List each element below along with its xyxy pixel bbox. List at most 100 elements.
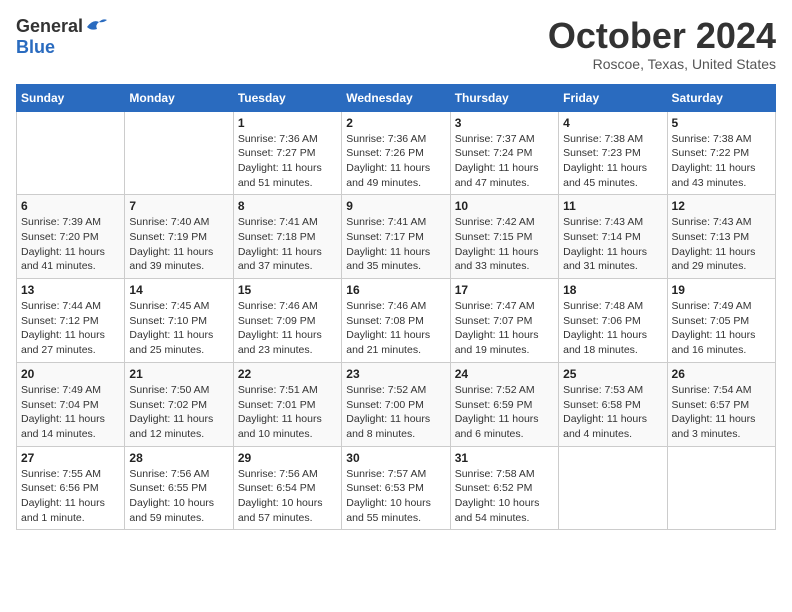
day-number: 16 [346,283,445,297]
day-number: 11 [563,199,662,213]
day-detail: Sunrise: 7:54 AM Sunset: 6:57 PM Dayligh… [672,383,771,442]
calendar-cell: 7 Sunrise: 7:40 AM Sunset: 7:19 PM Daylig… [125,195,233,279]
day-detail: Sunrise: 7:36 AM Sunset: 7:26 PM Dayligh… [346,132,445,191]
calendar-cell: 4Sunrise: 7:38 AM Sunset: 7:23 PM Daylig… [559,111,667,195]
calendar-cell [559,446,667,530]
calendar-cell: 31 Sunrise: 7:58 AM Sunset: 6:52 PM Dayli… [450,446,558,530]
day-detail: Sunrise: 7:52 AM Sunset: 7:00 PM Dayligh… [346,383,445,442]
calendar-cell: 26 Sunrise: 7:54 AM Sunset: 6:57 PM Dayli… [667,362,775,446]
day-number: 25 [563,367,662,381]
calendar-cell: 11 Sunrise: 7:43 AM Sunset: 7:14 PM Dayli… [559,195,667,279]
day-detail: Sunrise: 7:45 AM Sunset: 7:10 PM Dayligh… [129,299,228,358]
calendar-cell [17,111,125,195]
day-number: 9 [346,199,445,213]
calendar-cell: 14 Sunrise: 7:45 AM Sunset: 7:10 PM Dayli… [125,279,233,363]
day-detail: Sunrise: 7:46 AM Sunset: 7:09 PM Dayligh… [238,299,337,358]
calendar-cell: 9 Sunrise: 7:41 AM Sunset: 7:17 PM Daylig… [342,195,450,279]
day-number: 31 [455,451,554,465]
day-detail: Sunrise: 7:43 AM Sunset: 7:13 PM Dayligh… [672,215,771,274]
month-title: October 2024 [548,16,776,56]
calendar-cell: 16Sunrise: 7:46 AM Sunset: 7:08 PM Dayli… [342,279,450,363]
day-detail: Sunrise: 7:41 AM Sunset: 7:17 PM Dayligh… [346,215,445,274]
weekday-header: Thursday [450,84,558,111]
day-number: 17 [455,283,554,297]
day-number: 18 [563,283,662,297]
calendar-cell: 22Sunrise: 7:51 AM Sunset: 7:01 PM Dayli… [233,362,341,446]
page-header: General Blue October 2024 Roscoe, Texas,… [16,16,776,72]
day-number: 13 [21,283,120,297]
day-number: 12 [672,199,771,213]
calendar-cell: 13 Sunrise: 7:44 AM Sunset: 7:12 PM Dayli… [17,279,125,363]
day-number: 23 [346,367,445,381]
calendar-cell: 27Sunrise: 7:55 AM Sunset: 6:56 PM Dayli… [17,446,125,530]
day-detail: Sunrise: 7:43 AM Sunset: 7:14 PM Dayligh… [563,215,662,274]
day-number: 3 [455,116,554,130]
calendar-week-row: 1Sunrise: 7:36 AM Sunset: 7:27 PM Daylig… [17,111,776,195]
day-number: 20 [21,367,120,381]
day-detail: Sunrise: 7:39 AM Sunset: 7:20 PM Dayligh… [21,215,120,274]
day-detail: Sunrise: 7:58 AM Sunset: 6:52 PM Dayligh… [455,467,554,526]
calendar-cell: 20 Sunrise: 7:49 AM Sunset: 7:04 PM Dayli… [17,362,125,446]
calendar-week-row: 27Sunrise: 7:55 AM Sunset: 6:56 PM Dayli… [17,446,776,530]
day-detail: Sunrise: 7:41 AM Sunset: 7:18 PM Dayligh… [238,215,337,274]
day-detail: Sunrise: 7:44 AM Sunset: 7:12 PM Dayligh… [21,299,120,358]
title-block: October 2024 Roscoe, Texas, United State… [548,16,776,72]
weekday-header: Friday [559,84,667,111]
weekday-header: Sunday [17,84,125,111]
day-number: 29 [238,451,337,465]
calendar-cell: 1Sunrise: 7:36 AM Sunset: 7:27 PM Daylig… [233,111,341,195]
calendar-cell: 8 Sunrise: 7:41 AM Sunset: 7:18 PM Daylig… [233,195,341,279]
day-detail: Sunrise: 7:57 AM Sunset: 6:53 PM Dayligh… [346,467,445,526]
calendar-cell: 3 Sunrise: 7:37 AM Sunset: 7:24 PM Daylig… [450,111,558,195]
calendar-cell: 6Sunrise: 7:39 AM Sunset: 7:20 PM Daylig… [17,195,125,279]
day-number: 27 [21,451,120,465]
calendar-cell [125,111,233,195]
day-number: 26 [672,367,771,381]
day-number: 1 [238,116,337,130]
weekday-header: Monday [125,84,233,111]
day-detail: Sunrise: 7:40 AM Sunset: 7:19 PM Dayligh… [129,215,228,274]
calendar-cell: 17 Sunrise: 7:47 AM Sunset: 7:07 PM Dayli… [450,279,558,363]
calendar-cell: 2 Sunrise: 7:36 AM Sunset: 7:26 PM Daylig… [342,111,450,195]
day-detail: Sunrise: 7:37 AM Sunset: 7:24 PM Dayligh… [455,132,554,191]
calendar-cell: 18 Sunrise: 7:48 AM Sunset: 7:06 PM Dayli… [559,279,667,363]
weekday-header: Tuesday [233,84,341,111]
day-number: 7 [129,199,228,213]
calendar-cell: 12 Sunrise: 7:43 AM Sunset: 7:13 PM Dayli… [667,195,775,279]
day-detail: Sunrise: 7:52 AM Sunset: 6:59 PM Dayligh… [455,383,554,442]
day-detail: Sunrise: 7:53 AM Sunset: 6:58 PM Dayligh… [563,383,662,442]
calendar-cell: 10 Sunrise: 7:42 AM Sunset: 7:15 PM Dayli… [450,195,558,279]
day-number: 4 [563,116,662,130]
calendar-table: SundayMondayTuesdayWednesdayThursdayFrid… [16,84,776,531]
day-detail: Sunrise: 7:50 AM Sunset: 7:02 PM Dayligh… [129,383,228,442]
calendar-cell [667,446,775,530]
day-detail: Sunrise: 7:49 AM Sunset: 7:04 PM Dayligh… [21,383,120,442]
day-number: 30 [346,451,445,465]
calendar-week-row: 13 Sunrise: 7:44 AM Sunset: 7:12 PM Dayli… [17,279,776,363]
day-number: 5 [672,116,771,130]
day-detail: Sunrise: 7:42 AM Sunset: 7:15 PM Dayligh… [455,215,554,274]
day-detail: Sunrise: 7:56 AM Sunset: 6:54 PM Dayligh… [238,467,337,526]
day-detail: Sunrise: 7:49 AM Sunset: 7:05 PM Dayligh… [672,299,771,358]
calendar-cell: 23 Sunrise: 7:52 AM Sunset: 7:00 PM Dayli… [342,362,450,446]
logo-bird-icon [85,17,107,35]
day-number: 10 [455,199,554,213]
calendar-cell: 29 Sunrise: 7:56 AM Sunset: 6:54 PM Dayli… [233,446,341,530]
day-number: 8 [238,199,337,213]
day-number: 2 [346,116,445,130]
day-number: 19 [672,283,771,297]
weekday-header: Saturday [667,84,775,111]
calendar-week-row: 20 Sunrise: 7:49 AM Sunset: 7:04 PM Dayli… [17,362,776,446]
day-detail: Sunrise: 7:48 AM Sunset: 7:06 PM Dayligh… [563,299,662,358]
logo-general-text: General [16,16,83,37]
calendar-cell: 19 Sunrise: 7:49 AM Sunset: 7:05 PM Dayli… [667,279,775,363]
day-detail: Sunrise: 7:47 AM Sunset: 7:07 PM Dayligh… [455,299,554,358]
calendar-week-row: 6Sunrise: 7:39 AM Sunset: 7:20 PM Daylig… [17,195,776,279]
day-number: 14 [129,283,228,297]
day-detail: Sunrise: 7:56 AM Sunset: 6:55 PM Dayligh… [129,467,228,526]
weekday-header: Wednesday [342,84,450,111]
day-number: 22 [238,367,337,381]
weekday-header-row: SundayMondayTuesdayWednesdayThursdayFrid… [17,84,776,111]
location-text: Roscoe, Texas, United States [548,56,776,72]
day-number: 24 [455,367,554,381]
